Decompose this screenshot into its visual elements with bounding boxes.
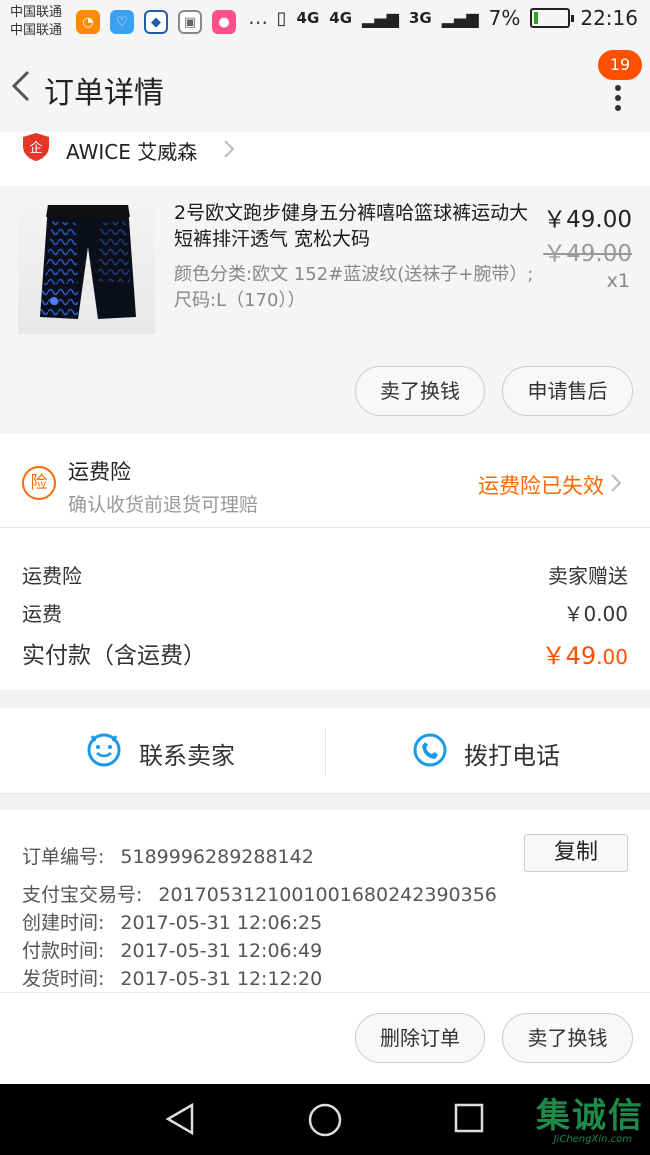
nav-bar: 订单详情 19 — [0, 46, 650, 132]
battery-icon — [530, 8, 575, 28]
created-time-line: 创建时间: 2017-05-31 12:06:25 — [22, 908, 322, 935]
alipay-number-line: 支付宝交易号: 2017053121001001680242390356 — [22, 880, 497, 907]
resell-button[interactable]: 卖了换钱 — [355, 366, 485, 416]
phone-icon — [413, 733, 447, 767]
fee-summary: 运费险 卖家赠送 运费 ￥0.00 实付款（含运费） ￥49.00 — [0, 528, 650, 690]
shipped-time-value: 2017-05-31 12:12:20 — [120, 968, 323, 990]
total-paid-line: 实付款（含运费） ￥49.00 — [22, 636, 628, 671]
carrier-info: 中国联通 中国联通 — [10, 4, 62, 40]
total-paid-amount: ￥49.00 — [542, 636, 628, 671]
order-info: 订单编号: 5189996289288142 复制 支付宝交易号: 20170531… — [0, 810, 650, 992]
clock: 22:16 — [580, 6, 638, 30]
shipping-insurance-row[interactable]: 险 运费险 确认收货前退货可理赔 运费险已失效 — [0, 434, 650, 528]
order-number-label: 订单编号: — [22, 846, 105, 868]
contact-seller-button[interactable]: 联系卖家 — [0, 708, 325, 794]
page-title: 订单详情 — [44, 76, 164, 111]
uc-browser-icon: ◔ — [76, 10, 100, 34]
order-actions: 删除订单 卖了换钱 — [0, 992, 650, 1084]
call-phone-button[interactable]: 拨打电话 — [326, 708, 650, 794]
insurance-subtitle: 确认收货前退货可理赔 — [68, 494, 259, 516]
product-title[interactable]: 2号欧文跑步健身五分裤嘻哈篮球裤运动大短裤排汗透气 宽松大码 — [174, 200, 536, 252]
insurance-title: 运费险 — [68, 460, 131, 484]
shop-name[interactable]: AWICE 艾威森 — [66, 136, 197, 165]
paid-time-value: 2017-05-31 12:06:49 — [120, 940, 323, 962]
chevron-right-icon — [611, 474, 622, 492]
svg-text:企: 企 — [29, 140, 42, 156]
chat-icon: ● — [212, 10, 236, 34]
chat-bubble-icon — [87, 733, 121, 767]
notification-icons: ◔ ♡ ◆ ▣ ● ⋯ — [76, 10, 270, 34]
carrier-1: 中国联通 — [10, 5, 63, 20]
signal-icon-2: ▂▄▆ — [441, 8, 479, 28]
shipped-time-line: 发货时间: 2017-05-31 12:12:20 — [22, 964, 322, 991]
created-time-label: 创建时间: — [22, 912, 105, 934]
shipping-fee-value: ￥0.00 — [563, 602, 628, 626]
alipay-number-label: 支付宝交易号: — [22, 884, 143, 906]
contact-seller-label: 联系卖家 — [139, 742, 235, 770]
signal-icon: ▂▄▆ — [362, 8, 399, 28]
shipped-time-label: 发货时间: — [22, 968, 105, 990]
carrier-2: 中国联通 — [10, 23, 63, 38]
gallery-icon: ▣ — [178, 10, 202, 34]
total-paid-decimal: .00 — [596, 645, 628, 669]
shipping-fee-line: 运费 ￥0.00 — [22, 598, 628, 627]
total-paid-main: ￥49 — [541, 642, 597, 670]
after-sale-button[interactable]: 申请售后 — [502, 366, 633, 416]
nav-back-icon[interactable] — [164, 1102, 196, 1136]
system-nav-bar: 集诚信 JiChengXin.com — [0, 1084, 650, 1155]
shipping-fee-label: 运费 — [22, 602, 62, 626]
insurance-fee-label: 运费险 — [22, 564, 82, 588]
chevron-right-icon — [224, 140, 235, 158]
nav-home-icon[interactable] — [307, 1102, 343, 1138]
status-bar: 中国联通 中国联通 ◔ ♡ ◆ ▣ ● ⋯ ▯ 4G 4G ▂▄▆ 3G ▂▄▆… — [0, 0, 650, 46]
product-card[interactable]: 2号欧文跑步健身五分裤嘻哈篮球裤运动大短裤排汗透气 宽松大码 颜色分类:欧文 1… — [0, 186, 650, 434]
paid-time-label: 付款时间: — [22, 940, 105, 962]
insurance-icon: 险 — [22, 466, 56, 500]
insurance-status[interactable]: 运费险已失效 — [478, 470, 604, 500]
system-status: ▯ 4G 4G ▂▄▆ 3G ▂▄▆ 7% 22:16 — [277, 6, 638, 30]
product-sku: 颜色分类:欧文 152#蓝波纹(送袜子+腕带）;尺码:L（170）） — [174, 264, 534, 311]
health-icon: ♡ — [110, 10, 134, 34]
product-price: ￥49.00 — [543, 207, 632, 233]
notification-badge: 19 — [598, 50, 642, 80]
shop-row[interactable]: 企 AWICE 艾威森 — [0, 132, 650, 186]
more-dots-icon: ⋯ — [248, 10, 268, 34]
more-menu-icon[interactable] — [614, 80, 622, 116]
diamond-icon: ◆ — [144, 10, 168, 34]
watermark-domain: JiChengXin.com — [553, 1134, 632, 1145]
total-paid-label: 实付款（含运费） — [22, 643, 206, 669]
contact-bar: 联系卖家 拨打电话 — [0, 708, 650, 794]
watermark-logo: 集诚信 — [536, 1096, 644, 1136]
call-phone-label: 拨打电话 — [464, 742, 560, 770]
network-4g-b: 4G — [329, 9, 353, 27]
back-arrow-icon[interactable] — [8, 66, 38, 106]
resell-bottom-button[interactable]: 卖了换钱 — [502, 1013, 633, 1063]
order-number-line: 订单编号: 5189996289288142 — [22, 842, 314, 869]
copy-button[interactable]: 复制 — [524, 834, 628, 872]
created-time-value: 2017-05-31 12:06:25 — [120, 912, 323, 934]
paid-time-line: 付款时间: 2017-05-31 12:06:49 — [22, 936, 322, 963]
shorts-image — [40, 205, 136, 319]
vibrate-icon: ▯ — [276, 7, 287, 29]
alipay-number-value: 2017053121001001680242390356 — [158, 884, 497, 906]
insurance-fee-value: 卖家赠送 — [548, 564, 628, 588]
product-original-price: ￥49.00 — [543, 241, 632, 267]
delete-order-button[interactable]: 删除订单 — [355, 1013, 485, 1063]
insurance-fee-line: 运费险 卖家赠送 — [22, 560, 628, 589]
battery-percent: 7% — [488, 6, 521, 30]
product-image[interactable] — [18, 197, 155, 334]
network-4g-a: 4G — [296, 9, 320, 27]
network-3g: 3G — [408, 9, 432, 27]
enterprise-shield-icon: 企 — [23, 133, 49, 161]
order-number-value: 5189996289288142 — [120, 846, 314, 868]
nav-recents-icon[interactable] — [453, 1102, 485, 1134]
product-quantity: x1 — [606, 270, 630, 292]
